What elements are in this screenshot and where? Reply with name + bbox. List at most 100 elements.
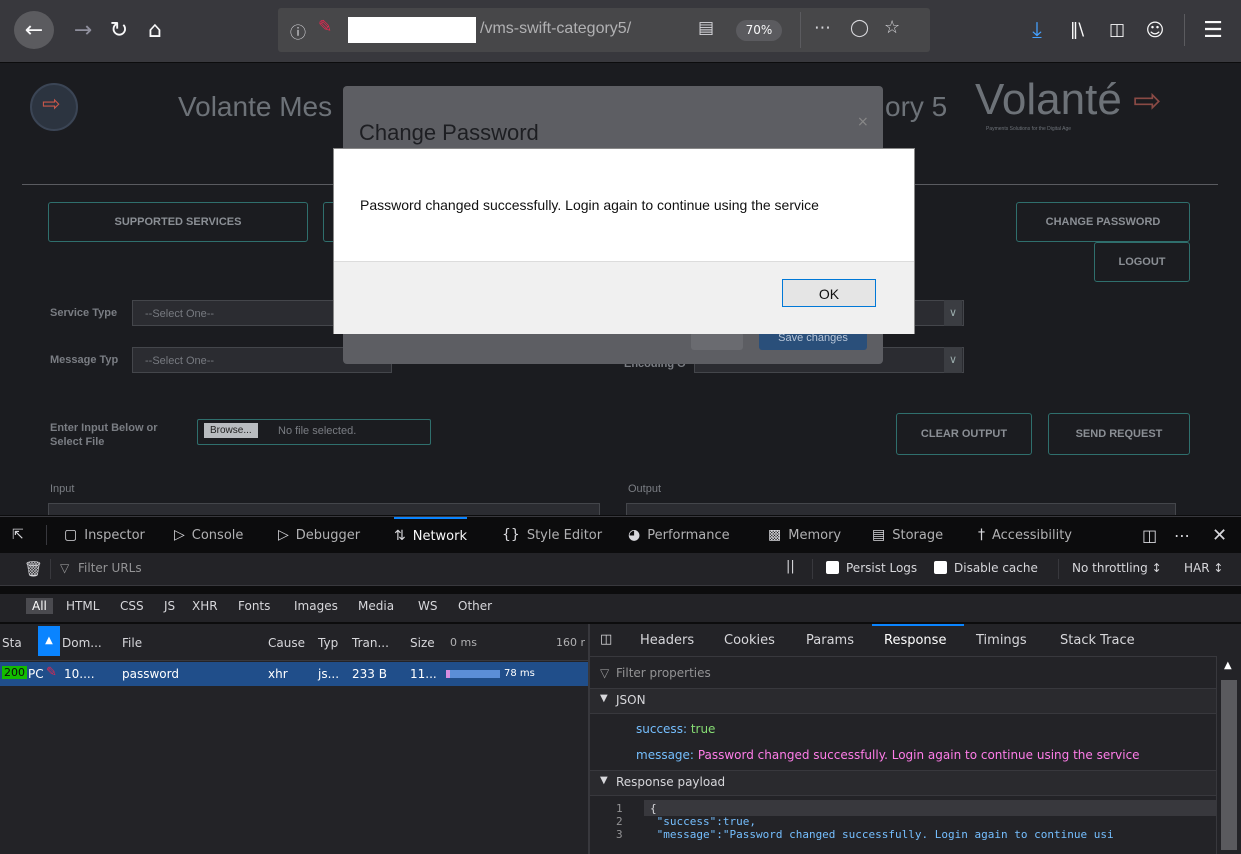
col-status[interactable]: Sta bbox=[2, 636, 22, 650]
downloads-button[interactable]: ⤓ bbox=[1022, 10, 1052, 50]
change-password-button[interactable]: CHANGE PASSWORD bbox=[1016, 202, 1190, 242]
input-textarea[interactable] bbox=[48, 503, 600, 515]
persist-logs-checkbox[interactable] bbox=[826, 561, 839, 574]
close-devtools-icon[interactable]: ✕ bbox=[1212, 517, 1227, 553]
pause-icon[interactable]: || bbox=[786, 559, 795, 574]
col-transferred[interactable]: Tran... bbox=[352, 636, 389, 650]
tab-console[interactable]: ▷ Console bbox=[174, 517, 243, 553]
tab-accessibility[interactable]: † Accessibility bbox=[978, 517, 1072, 553]
filter-properties-input[interactable]: Filter properties bbox=[616, 666, 711, 680]
reader-view-icon[interactable]: ▤ bbox=[698, 18, 714, 38]
type-other[interactable]: Other bbox=[458, 599, 492, 613]
input-file-label: Enter Input Below or Select File bbox=[50, 422, 158, 448]
tab-stack-trace[interactable]: Stack Trace bbox=[1060, 633, 1135, 648]
tab-cookies[interactable]: Cookies bbox=[724, 633, 775, 648]
back-button[interactable]: ← bbox=[14, 11, 54, 49]
info-icon[interactable]: ⓘ bbox=[290, 19, 306, 43]
reload-icon: ↻ bbox=[109, 17, 129, 43]
tab-style-editor[interactable]: {} Style Editor bbox=[502, 517, 602, 553]
filter-urls-input[interactable]: Filter URLs bbox=[78, 561, 142, 575]
tab-debugger[interactable]: ▷ Debugger bbox=[278, 517, 360, 553]
type-fonts[interactable]: Fonts bbox=[238, 599, 270, 613]
tab-memory[interactable]: ▩ Memory bbox=[768, 517, 841, 553]
row-transferred: 233 B bbox=[352, 667, 387, 681]
table-row[interactable]: 200 PC ✎ 10.... password xhr js... 233 B… bbox=[0, 662, 588, 686]
col-size[interactable]: Size bbox=[410, 636, 435, 650]
details-tabs: ◫ Headers Cookies Params Response Timing… bbox=[590, 624, 1241, 657]
debugger-icon: ▷ bbox=[278, 527, 289, 543]
scrollbar[interactable]: ▲ bbox=[1216, 656, 1241, 854]
tab-inspector[interactable]: ▢ Inspector bbox=[64, 517, 145, 553]
tab-timings[interactable]: Timings bbox=[976, 633, 1027, 648]
disable-cache-checkbox[interactable] bbox=[934, 561, 947, 574]
browse-button[interactable]: Browse... bbox=[204, 423, 258, 438]
bookmark-star-icon[interactable]: ☆ bbox=[884, 17, 900, 38]
json-section-header[interactable]: ▼ JSON bbox=[590, 688, 1216, 714]
logout-button[interactable]: LOGOUT bbox=[1094, 242, 1190, 282]
no-file-text: No file selected. bbox=[278, 425, 357, 437]
insecure-icon: ✎ bbox=[46, 665, 57, 680]
clear-output-button[interactable]: CLEAR OUTPUT bbox=[896, 413, 1032, 455]
scrollbar-thumb[interactable] bbox=[1221, 680, 1237, 850]
type-ws[interactable]: WS bbox=[418, 599, 437, 613]
clear-trash-icon[interactable]: 🗑 bbox=[24, 560, 43, 578]
more-options-icon[interactable]: ⋯ bbox=[1174, 517, 1190, 553]
tab-network[interactable]: ⇅ Network bbox=[394, 517, 468, 553]
toggle-sidebar-icon[interactable]: ◫ bbox=[600, 632, 612, 647]
ok-button[interactable]: OK bbox=[782, 279, 876, 307]
file-picker[interactable]: Browse... No file selected. bbox=[197, 419, 431, 445]
json-success-line: success: true bbox=[636, 722, 715, 736]
home-button[interactable]: ⌂ bbox=[140, 10, 170, 50]
scroll-up-icon[interactable]: ▲ bbox=[1224, 660, 1232, 671]
throttling-select[interactable]: No throttling ↕ bbox=[1072, 561, 1162, 575]
col-domain[interactable]: Dom... bbox=[62, 636, 102, 650]
type-html[interactable]: HTML bbox=[66, 599, 99, 613]
forward-button[interactable]: → bbox=[68, 10, 98, 50]
sort-ascending-icon[interactable]: ▲ bbox=[38, 626, 60, 656]
type-xhr[interactable]: XHR bbox=[192, 599, 218, 613]
insecure-lock-icon[interactable]: ✎ bbox=[318, 17, 332, 37]
filter-icon: ▽ bbox=[60, 561, 70, 575]
request-list-header: Sta ▲ Dom... File Cause Typ Tran... Size… bbox=[0, 624, 588, 661]
sidebar-button[interactable]: ◫ bbox=[1102, 10, 1132, 50]
tab-storage[interactable]: ▤ Storage bbox=[872, 517, 943, 553]
page-actions-icon[interactable]: ⋯ bbox=[814, 18, 831, 38]
zoom-indicator[interactable]: 70% bbox=[736, 20, 782, 41]
type-images[interactable]: Images bbox=[294, 599, 338, 613]
service-type-select[interactable]: --Select One-- bbox=[132, 300, 334, 326]
type-all[interactable]: All bbox=[26, 598, 53, 614]
modal-close-button[interactable] bbox=[691, 332, 743, 350]
url-bar[interactable]: ⓘ ✎ /vms-swift-category5/ ▤ 70% ⋯ ◯ ☆ bbox=[278, 8, 930, 52]
col-cause[interactable]: Cause bbox=[268, 636, 305, 650]
page-title-right: ory 5 bbox=[885, 91, 948, 122]
col-file[interactable]: File bbox=[122, 636, 142, 650]
col-type[interactable]: Typ bbox=[318, 636, 338, 650]
modal-close-icon[interactable]: × bbox=[857, 114, 869, 130]
tab-response[interactable]: Response bbox=[884, 633, 946, 648]
library-button[interactable]: ‖\ bbox=[1062, 10, 1092, 50]
pocket-icon[interactable]: ◯ bbox=[850, 18, 869, 38]
har-menu[interactable]: HAR ↕ bbox=[1184, 561, 1223, 575]
send-request-button[interactable]: SEND REQUEST bbox=[1048, 413, 1190, 455]
type-media[interactable]: Media bbox=[358, 599, 394, 613]
type-js[interactable]: JS bbox=[164, 599, 175, 613]
volante-logo-text: Volanté bbox=[975, 75, 1122, 124]
output-textarea[interactable] bbox=[626, 503, 1176, 515]
supported-services-button[interactable]: SUPPORTED SERVICES bbox=[48, 202, 308, 242]
message-type-label: Message Typ bbox=[50, 354, 119, 366]
account-button[interactable]: ☺ bbox=[1140, 10, 1170, 50]
row-file: password bbox=[122, 667, 179, 681]
dock-icon[interactable]: ◫ bbox=[1142, 517, 1157, 553]
type-css[interactable]: CSS bbox=[120, 599, 144, 613]
arrows-logo-icon: ⇨ bbox=[42, 92, 61, 117]
col-waterfall-start: 0 ms bbox=[450, 636, 477, 649]
alert-dialog: Password changed successfully. Login aga… bbox=[333, 148, 915, 334]
menu-button[interactable]: ☰ bbox=[1196, 10, 1230, 50]
tab-performance[interactable]: ◕ Performance bbox=[628, 517, 730, 553]
tab-params[interactable]: Params bbox=[806, 633, 854, 648]
tab-headers[interactable]: Headers bbox=[640, 633, 694, 648]
element-picker-icon[interactable]: ⇱ bbox=[12, 517, 31, 553]
devtools-tabbar: ⇱ ▢ Inspector ▷ Console ▷ Debugger ⇅ Network… bbox=[0, 516, 1241, 554]
payload-section-header[interactable]: ▼ Response payload bbox=[590, 770, 1216, 796]
reload-button[interactable]: ↻ bbox=[104, 10, 134, 50]
